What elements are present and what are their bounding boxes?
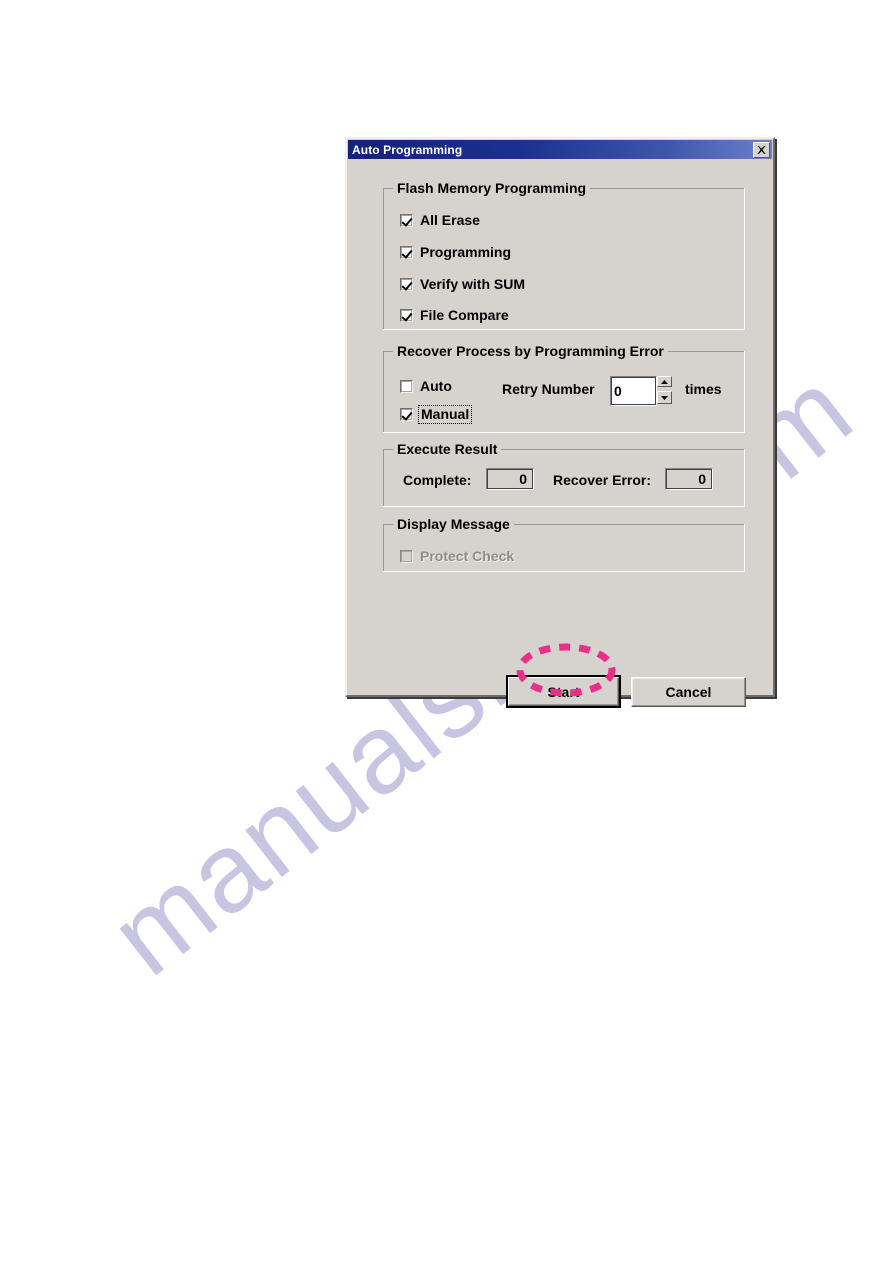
dialog-body: Flash Memory Programming All Erase Progr… xyxy=(347,160,773,708)
retry-number-units: times xyxy=(685,381,722,397)
group-title-display: Display Message xyxy=(393,516,514,532)
checkbox-row-file-compare[interactable]: File Compare xyxy=(400,308,509,323)
cancel-button[interactable]: Cancel xyxy=(631,677,746,707)
triangle-down-icon xyxy=(661,395,668,400)
dialog-titlebar: Auto Programming xyxy=(348,140,772,159)
checkbox-label-file-compare: File Compare xyxy=(420,307,509,323)
checkbox-label-manual: Manual xyxy=(418,405,473,424)
spinner-down-button[interactable] xyxy=(657,391,672,404)
retry-number-input[interactable]: 0 xyxy=(610,376,657,406)
checkbox-manual[interactable] xyxy=(400,408,413,421)
retry-number-spinner[interactable] xyxy=(657,376,672,406)
checkbox-label-auto: Auto xyxy=(420,378,452,394)
complete-label: Complete: xyxy=(403,472,472,488)
close-icon xyxy=(757,145,766,154)
checkbox-label-verify-with-sum: Verify with SUM xyxy=(420,276,526,292)
checkbox-verify-with-sum[interactable] xyxy=(400,278,413,291)
checkbox-protect-check xyxy=(400,550,413,563)
checkbox-file-compare[interactable] xyxy=(400,309,413,322)
retry-number-label: Retry Number xyxy=(502,381,595,397)
start-button-label: Start xyxy=(547,683,580,700)
triangle-up-icon xyxy=(661,379,668,384)
checkbox-row-manual[interactable]: Manual xyxy=(400,405,473,424)
cancel-button-label: Cancel xyxy=(665,684,712,700)
spinner-up-button[interactable] xyxy=(657,376,672,387)
dialog-title: Auto Programming xyxy=(352,142,463,157)
checkbox-label-all-erase: All Erase xyxy=(420,212,480,228)
checkbox-label-programming: Programming xyxy=(420,244,512,260)
recover-error-label: Recover Error: xyxy=(553,472,652,488)
checkbox-row-programming[interactable]: Programming xyxy=(400,245,511,260)
close-button[interactable] xyxy=(753,141,770,158)
checkbox-label-protect-check: Protect Check xyxy=(420,548,515,564)
checkbox-row-auto[interactable]: Auto xyxy=(400,379,452,394)
checkbox-row-protect-check: Protect Check xyxy=(400,549,514,564)
start-button[interactable]: Start xyxy=(506,675,621,708)
recover-error-value: 0 xyxy=(665,468,713,490)
checkbox-row-verify-with-sum[interactable]: Verify with SUM xyxy=(400,277,525,292)
checkbox-row-all-erase[interactable]: All Erase xyxy=(400,213,480,228)
auto-programming-dialog: Auto Programming Flash Memory Programmin… xyxy=(345,137,775,708)
checkbox-all-erase[interactable] xyxy=(400,214,413,227)
group-title-flash: Flash Memory Programming xyxy=(393,180,591,196)
group-title-execute: Execute Result xyxy=(393,441,502,457)
checkbox-auto[interactable] xyxy=(400,380,413,393)
group-title-recover: Recover Process by Programming Error xyxy=(393,343,668,359)
complete-value: 0 xyxy=(486,468,534,490)
checkbox-programming[interactable] xyxy=(400,246,413,259)
